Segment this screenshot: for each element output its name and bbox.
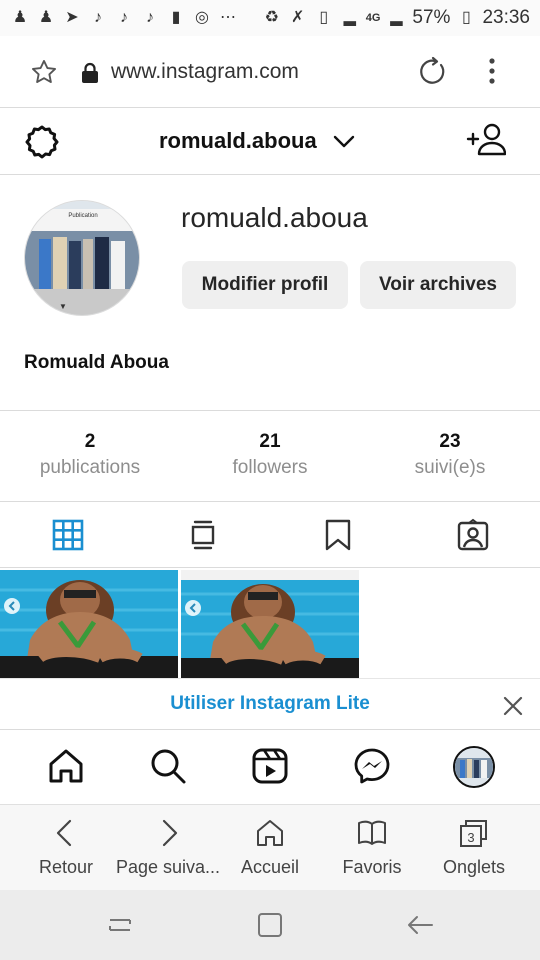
svg-text:▼: ▼ [59,302,67,311]
browser-back-button[interactable]: Retour [12,805,120,891]
edit-profile-button[interactable]: Modifier profil [182,261,348,309]
home-button-icon[interactable] [256,912,284,938]
telegram-icon: ➤ [65,9,79,26]
stat-label: suivi(e)s [414,457,486,478]
stat-value: 2 [84,431,96,452]
lock-icon [82,62,98,83]
browser-bookmarks-button[interactable]: Favoris [318,805,426,891]
stat-publications[interactable]: 2 publications [0,411,180,501]
stat-followers[interactable]: 21 followers [180,411,360,501]
status-bar: ♟ ♟ ➤ ♪ ♪ ♪ ▮ ◎ ⋯ ♻ ✗ ▯ ▂ 4G ▂ 57% ▯ 23:… [0,0,540,36]
notification-icons: ♟ ♟ ➤ ♪ ♪ ♪ ▮ ◎ ⋯ [10,8,238,28]
stat-value: 23 [439,431,461,452]
tiktok-icon: ♪ [146,9,154,26]
network-type: 4G [365,12,381,24]
home-label: Accueil [240,857,300,877]
tabs-icon: 3 [460,820,487,847]
stat-label: publications [39,457,141,478]
more-dots-icon: ⋯ [220,9,236,26]
view-archive-button[interactable]: Voir archives [360,261,516,309]
browser-bottom-bar: Retour Page suiva... Accueil Favoris 3 O… [0,804,540,890]
recycle-icon: ♻ [264,9,279,26]
browser-url-bar: www.instagram.com [0,36,540,108]
grid-icon[interactable] [51,518,85,552]
post-thumbnail[interactable] [181,570,359,678]
url-text[interactable]: www.instagram.com [111,60,299,84]
bookmark-icon[interactable] [321,518,355,552]
header-username[interactable]: romuald.aboua [159,128,317,154]
stat-label: followers [232,457,308,478]
use-instagram-lite-link[interactable]: Utiliser Instagram Lite [0,693,540,715]
person-add-icon: ♟ [12,9,28,26]
back-arrow-icon[interactable] [406,912,434,938]
search-icon[interactable] [149,747,187,785]
messenger-icon[interactable] [353,747,391,785]
profile-tabs [0,502,540,568]
back-chevron-icon [56,819,72,847]
avatar-caption: Publication [68,213,97,219]
stat-value: 21 [259,431,281,452]
browser-tabs-button[interactable]: 3 Onglets [420,805,528,891]
home-icon[interactable] [47,747,85,785]
signal-icon: ▂ [343,9,356,26]
tiktok-icon: ♪ [120,9,128,26]
add-user-icon[interactable] [466,122,506,158]
star-icon[interactable] [30,58,58,86]
forward-chevron-icon [162,819,178,847]
profile-avatar-photo [455,748,493,786]
clock: 23:36 [482,7,530,28]
android-navigation-bar [0,890,540,960]
profile-header: romuald.aboua [0,108,540,175]
browser-home-button[interactable]: Accueil [216,805,324,891]
profile-avatar[interactable] [453,746,495,788]
reload-icon[interactable] [417,56,447,86]
feed-icon[interactable] [186,518,220,552]
tagged-icon[interactable] [456,518,490,552]
tabs-label: Onglets [442,857,506,877]
post-thumbnail[interactable] [0,570,178,678]
stat-following[interactable]: 23 suivi(e)s [360,411,540,501]
profile-username: romuald.aboua [181,202,368,233]
sim-icon: ▯ [319,9,329,26]
mute-icon: ✗ [291,9,305,26]
more-vertical-icon[interactable] [482,56,502,86]
avatar-photo: Publication ▼ [25,201,139,315]
person-add-icon: ♟ [38,9,54,26]
tab-count: 3 [467,830,474,845]
signal-icon: ▂ [390,9,403,26]
tiktok-icon: ♪ [94,9,102,26]
home-outline-icon [257,820,283,846]
message-icon: ▮ [171,9,181,26]
reels-icon[interactable] [251,747,289,785]
browser-forward-button[interactable]: Page suiva... [114,805,222,891]
instagram-bottom-nav [0,730,540,804]
chrome-icon: ◎ [195,9,209,26]
avatar[interactable]: Publication ▼ [24,200,140,316]
battery-percent: 57% [412,7,451,28]
instagram-lite-banner: Utiliser Instagram Lite [0,678,540,730]
battery-icon: ▯ [462,9,471,26]
profile-full-name: Romuald Aboua [24,352,169,373]
bookmarks-label: Favoris [342,857,402,877]
recent-apps-icon[interactable] [106,912,134,938]
book-icon [358,820,386,845]
post-image [0,570,178,678]
back-label: Retour [38,857,94,877]
chevron-down-icon[interactable] [333,132,355,150]
post-image [181,570,359,678]
close-icon[interactable] [502,695,524,717]
forward-label: Page suiva... [115,857,221,877]
profile-stats: 2 publications 21 followers 23 suivi(e)s [0,410,540,502]
gear-icon[interactable] [24,124,60,160]
